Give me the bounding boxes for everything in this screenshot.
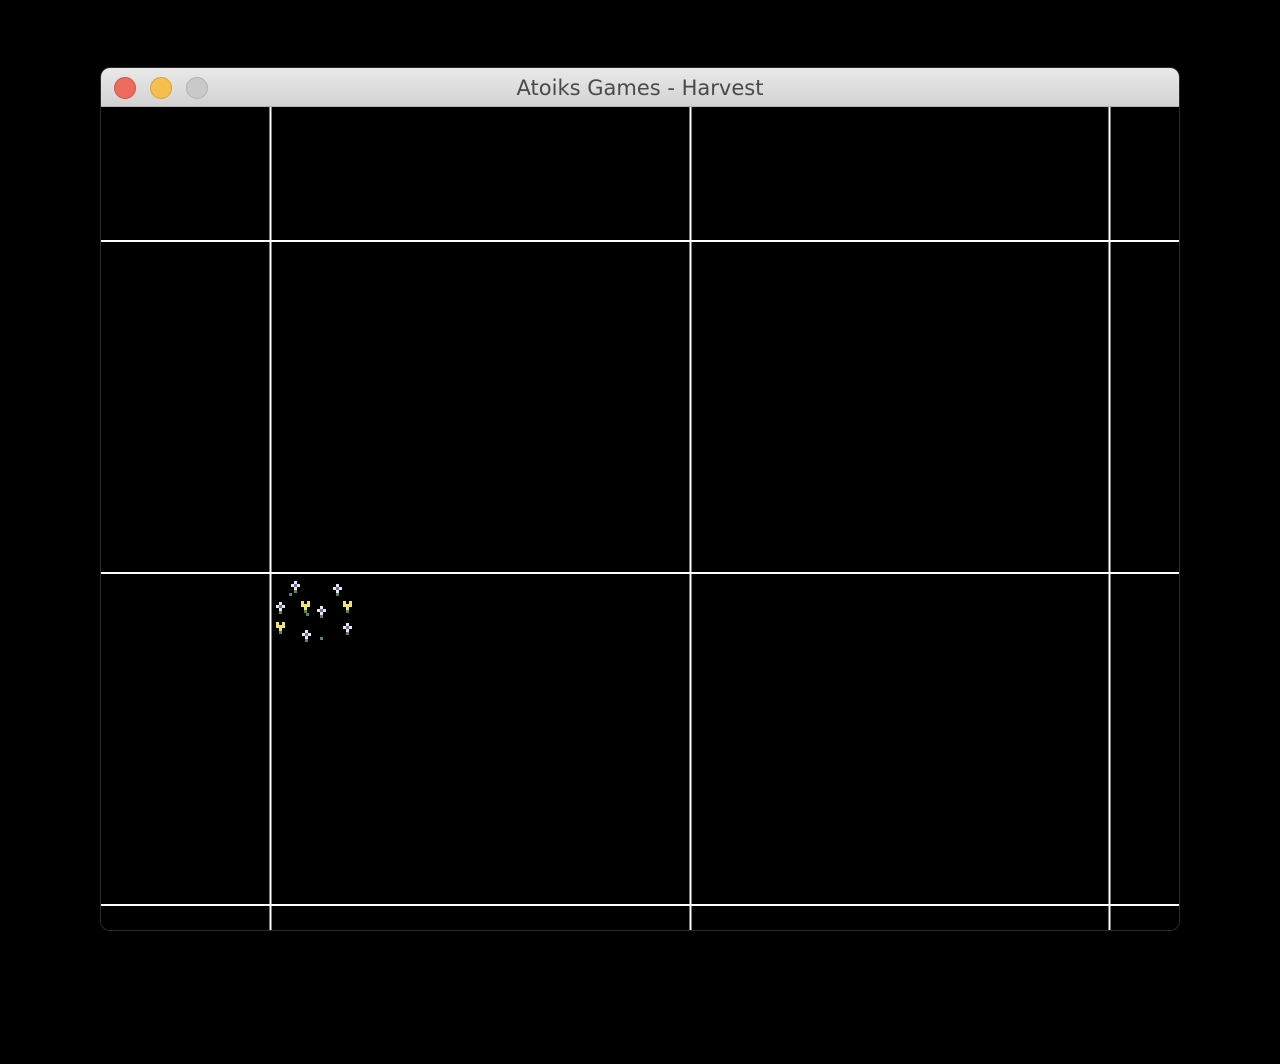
game-canvas[interactable] xyxy=(101,107,1179,930)
yellow-flower-icon[interactable] xyxy=(301,601,310,613)
white-flower-icon[interactable] xyxy=(317,606,326,618)
sprout-icon[interactable] xyxy=(306,613,309,616)
yellow-flower-icon[interactable] xyxy=(276,622,285,634)
white-flower-icon[interactable] xyxy=(291,581,300,593)
white-flower-icon[interactable] xyxy=(343,623,352,635)
white-flower-icon[interactable] xyxy=(276,602,285,614)
window-title: Atoiks Games - Harvest xyxy=(516,76,764,100)
flower-patch[interactable] xyxy=(276,581,352,642)
white-flower-icon[interactable] xyxy=(333,584,342,596)
sprout-icon[interactable] xyxy=(289,593,292,596)
sprout-icon[interactable] xyxy=(320,637,323,640)
title-bar[interactable]: Atoiks Games - Harvest xyxy=(101,68,1179,107)
yellow-flower-icon[interactable] xyxy=(343,601,352,613)
white-flower-icon[interactable] xyxy=(302,630,311,642)
game-window: Atoiks Games - Harvest xyxy=(101,68,1179,930)
field-grid xyxy=(101,107,1179,930)
harvest-field[interactable] xyxy=(101,107,1179,930)
